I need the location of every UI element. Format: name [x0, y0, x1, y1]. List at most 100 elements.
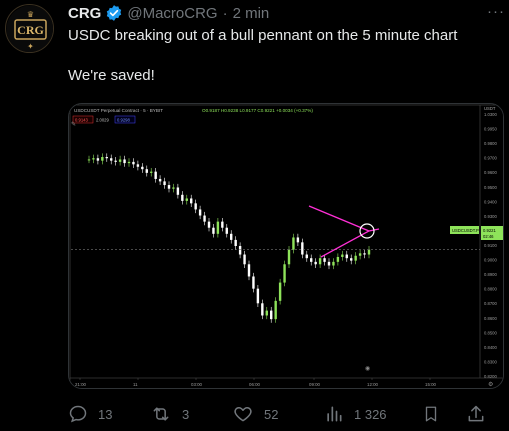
- candle-body: [363, 253, 366, 255]
- candle-body: [194, 203, 197, 210]
- candle-body: [198, 209, 202, 216]
- y-axis-label: 0.8700: [484, 301, 497, 306]
- candle-body: [301, 242, 304, 255]
- candle-body: [270, 310, 273, 320]
- candle-body: [150, 171, 153, 173]
- timestamp[interactable]: 2 min: [233, 5, 270, 22]
- author-name[interactable]: CRG: [68, 5, 101, 22]
- candle-body: [265, 310, 268, 316]
- candle-body: [274, 300, 277, 320]
- candle-body: [145, 169, 148, 173]
- candle-body: [221, 221, 224, 228]
- candle-body: [243, 254, 246, 265]
- candle-body: [105, 157, 108, 159]
- candle-body: [318, 258, 322, 265]
- candle-body: [327, 261, 331, 266]
- like-button[interactable]: 52: [232, 404, 278, 424]
- candle-body: [314, 261, 317, 265]
- candle-body: [185, 198, 188, 201]
- x-axis-label: 09:00: [309, 382, 321, 387]
- candle-body: [261, 303, 264, 316]
- price-box-sell[interactable]: 0.9143: [75, 118, 88, 123]
- candle-body: [207, 221, 211, 228]
- chart-ohlc: O0.9187 H0.9238 L0.9177 C0.9221 +0.0034 …: [202, 108, 313, 113]
- current-symbol: USDCUSDT.P: [452, 228, 479, 233]
- candle-body: [323, 258, 326, 262]
- time-icon[interactable]: ◉: [365, 366, 370, 372]
- candle-body: [96, 158, 100, 161]
- bookmark-button[interactable]: [422, 404, 450, 424]
- currency-label: USDT: [484, 106, 496, 111]
- views-chart-icon: [327, 406, 342, 422]
- candle-body: [256, 288, 260, 304]
- wrench-tool-icon[interactable]: ✎: [71, 121, 76, 128]
- verified-badge-icon: [105, 4, 123, 22]
- y-axis-label: 0.8600: [484, 316, 497, 321]
- candle-body: [354, 255, 357, 261]
- candle-body: [332, 261, 335, 266]
- candle-body: [176, 187, 180, 195]
- y-axis-label: 0.9500: [484, 185, 497, 190]
- candle-body: [154, 171, 157, 179]
- views-count: 1 326: [354, 406, 387, 422]
- candle-body: [132, 161, 135, 165]
- candle-body: [336, 256, 340, 262]
- candle-body: [190, 198, 193, 204]
- reply-button[interactable]: 13: [68, 404, 112, 424]
- candle-body: [252, 276, 255, 289]
- y-axis-label: 0.8900: [484, 272, 497, 277]
- y-axis-label: 0.9800: [484, 141, 497, 146]
- candle-body: [216, 221, 220, 234]
- candle-body: [283, 264, 286, 283]
- share-icon: [468, 405, 484, 422]
- candle-body: [296, 237, 300, 243]
- tweet-actions: 13 3 52 1 326: [68, 403, 498, 425]
- author-handle[interactable]: @MacroCRG: [127, 5, 217, 22]
- candle-body: [238, 246, 242, 255]
- candle-body: [247, 264, 251, 277]
- tweet-text: USDC breaking out of a bull pennant on t…: [68, 27, 458, 84]
- retweet-icon: [153, 407, 169, 421]
- candle-body: [181, 194, 184, 201]
- candle-body: [101, 157, 104, 161]
- candle-body: [230, 233, 233, 240]
- y-axis-label: 1.0300: [484, 112, 497, 117]
- price-box-spread: 2.0029: [96, 118, 109, 123]
- candle-body: [163, 181, 166, 186]
- candle-body: [87, 159, 91, 161]
- avatar[interactable]: CRG ♛ ✦: [5, 4, 54, 53]
- reply-icon: [69, 405, 87, 423]
- y-axis-label: 0.9000: [484, 258, 497, 263]
- candle-body: [225, 227, 228, 234]
- candle-body: [127, 161, 131, 164]
- svg-text:✦: ✦: [27, 42, 34, 51]
- candle-body: [110, 158, 113, 161]
- x-axis-label: 06:00: [249, 382, 261, 387]
- y-axis-label: 0.9700: [484, 156, 497, 161]
- current-price: 0.9221: [483, 228, 496, 233]
- svg-text:♛: ♛: [27, 10, 34, 19]
- candle-body: [172, 187, 175, 189]
- candle-body: [212, 227, 215, 234]
- y-axis-label: 0.8400: [484, 345, 497, 350]
- reply-count: 13: [98, 406, 113, 422]
- share-button[interactable]: [466, 404, 496, 424]
- price-box-buy[interactable]: 0.9298: [117, 118, 130, 123]
- tweet-media-chart[interactable]: USDCUSDT Perpetual Contract · 5 · BYBIT …: [68, 103, 504, 389]
- y-axis-label: 0.8300: [484, 359, 497, 364]
- y-axis-label: 0.8800: [484, 287, 497, 292]
- candle-body: [341, 254, 344, 257]
- candle-body: [136, 164, 140, 167]
- y-axis-label: 0.8200: [484, 374, 497, 379]
- more-options-icon[interactable]: ···: [487, 3, 505, 20]
- chart-header-title: USDCUSDT Perpetual Contract · 5 · BYBIT: [74, 108, 163, 113]
- separator-dot: ·: [222, 4, 228, 22]
- candle-body: [114, 160, 117, 162]
- views-button[interactable]: 1 326: [324, 404, 387, 424]
- x-axis-label: 11: [133, 382, 138, 387]
- heart-icon: [234, 407, 252, 422]
- candle-body: [367, 249, 371, 255]
- settings-icon[interactable]: ⚙: [488, 381, 493, 388]
- retweet-button[interactable]: 3: [150, 404, 189, 424]
- x-axis-label: 03:00: [191, 382, 203, 387]
